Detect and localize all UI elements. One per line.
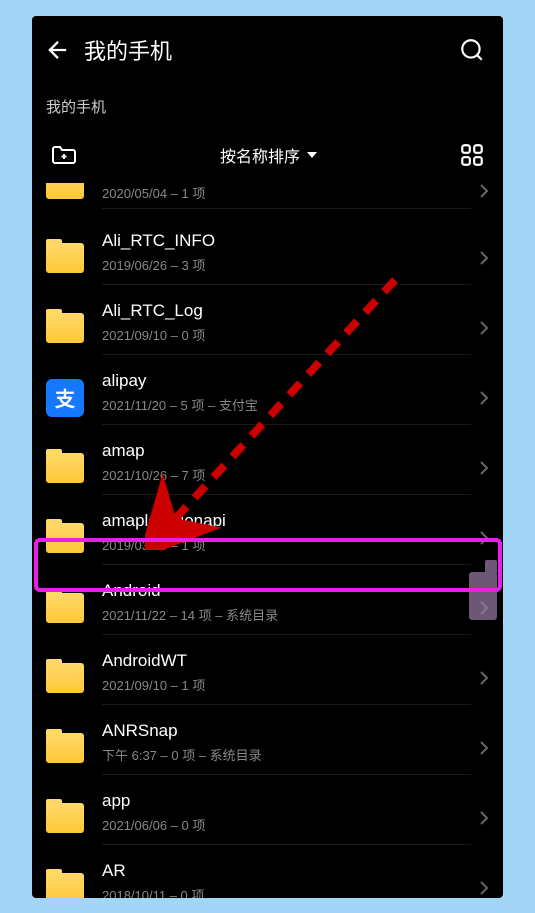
folder-icon [46, 523, 84, 553]
file-name: AndroidWT [102, 651, 471, 671]
folder-row[interactable]: Android 2021/11/22 – 14 项 – 系统目录 [32, 573, 503, 643]
file-meta: 2021/09/10 – 1 项 [102, 675, 471, 694]
file-name: app [102, 791, 471, 811]
back-icon[interactable] [44, 36, 72, 64]
file-name: Android [102, 581, 471, 601]
chevron-right-icon [479, 390, 489, 406]
folder-row[interactable]: 2020/05/04 – 1 项 [32, 183, 503, 223]
grid-view-icon[interactable] [459, 142, 485, 168]
file-meta: 2019/03/30 – 1 项 [102, 535, 471, 554]
folder-row[interactable]: 支 alipay 2021/11/20 – 5 项 – 支付宝 [32, 363, 503, 433]
file-info: 2020/05/04 – 1 项 [102, 183, 471, 209]
file-name: ANRSnap [102, 721, 471, 741]
chevron-right-icon [479, 183, 489, 199]
chevron-right-icon [479, 460, 489, 476]
file-info: ANRSnap 下午 6:37 – 0 项 – 系统目录 [102, 721, 471, 775]
new-folder-icon[interactable] [50, 142, 78, 168]
folder-row[interactable]: app 2021/06/06 – 0 项 [32, 783, 503, 853]
folder-icon [46, 453, 84, 483]
file-info: amaplocationapi 2019/03/30 – 1 项 [102, 511, 471, 565]
file-meta: 2021/06/06 – 0 项 [102, 815, 471, 834]
folder-icon [46, 733, 84, 763]
file-name: Ali_RTC_INFO [102, 231, 471, 251]
file-info: Ali_RTC_INFO 2019/06/26 – 3 项 [102, 231, 471, 285]
toolbar: 按名称排序 [32, 135, 503, 175]
file-manager-screen: 我的手机 我的手机 按名称排序 2020/05/04 – 1 项 Ali_RTC_… [32, 16, 503, 898]
folder-row[interactable]: amaplocationapi 2019/03/30 – 1 项 [32, 503, 503, 573]
chevron-right-icon [479, 320, 489, 336]
folder-icon [46, 243, 84, 273]
file-name: AR [102, 861, 471, 881]
file-meta: 2021/11/22 – 14 项 – 系统目录 [102, 605, 471, 624]
chevron-right-icon [479, 250, 489, 266]
file-info: app 2021/06/06 – 0 项 [102, 791, 471, 845]
file-info: Ali_RTC_Log 2021/09/10 – 0 项 [102, 301, 471, 355]
file-meta: 2019/06/26 – 3 项 [102, 255, 471, 274]
file-name: Ali_RTC_Log [102, 301, 471, 321]
page-title: 我的手机 [84, 34, 172, 66]
search-icon[interactable] [459, 37, 485, 63]
folder-row[interactable]: Ali_RTC_INFO 2019/06/26 – 3 项 [32, 223, 503, 293]
folder-icon [46, 593, 84, 623]
folder-row[interactable]: AR 2018/10/11 – 0 项 [32, 853, 503, 898]
file-info: alipay 2021/11/20 – 5 项 – 支付宝 [102, 371, 471, 425]
file-info: AR 2018/10/11 – 0 项 [102, 861, 471, 898]
chevron-down-icon [307, 152, 317, 158]
file-meta: 2018/10/11 – 0 项 [102, 885, 471, 898]
file-meta: 2021/10/26 – 7 项 [102, 465, 471, 484]
file-info: amap 2021/10/26 – 7 项 [102, 441, 471, 495]
chevron-right-icon [479, 670, 489, 686]
folder-icon [46, 803, 84, 833]
chevron-right-icon [479, 810, 489, 826]
folder-row[interactable]: amap 2021/10/26 – 7 项 [32, 433, 503, 503]
alipay-icon: 支 [46, 379, 84, 417]
file-meta: 2020/05/04 – 1 项 [102, 183, 471, 202]
folder-row[interactable]: ANRSnap 下午 6:37 – 0 项 – 系统目录 [32, 713, 503, 783]
sort-button[interactable]: 按名称排序 [220, 143, 317, 167]
file-name: amap [102, 441, 471, 461]
file-info: AndroidWT 2021/09/10 – 1 项 [102, 651, 471, 705]
scrollbar-thumb[interactable] [469, 572, 497, 620]
file-info: Android 2021/11/22 – 14 项 – 系统目录 [102, 581, 471, 635]
file-meta: 2021/11/20 – 5 项 – 支付宝 [102, 395, 471, 414]
folder-row[interactable]: Ali_RTC_Log 2021/09/10 – 0 项 [32, 293, 503, 363]
file-list[interactable]: 2020/05/04 – 1 项 Ali_RTC_INFO 2019/06/26 –… [32, 183, 503, 898]
folder-icon [46, 873, 84, 898]
breadcrumb[interactable]: 我的手机 [32, 84, 503, 135]
folder-icon [46, 663, 84, 693]
file-name: amaplocationapi [102, 511, 471, 531]
app-header: 我的手机 [32, 16, 503, 84]
folder-icon [46, 313, 84, 343]
chevron-right-icon [479, 530, 489, 546]
chevron-right-icon [479, 880, 489, 896]
file-name: alipay [102, 371, 471, 391]
sort-label: 按名称排序 [220, 143, 300, 167]
chevron-right-icon [479, 740, 489, 756]
file-meta: 2021/09/10 – 0 项 [102, 325, 471, 344]
folder-icon [46, 183, 84, 199]
file-meta: 下午 6:37 – 0 项 – 系统目录 [102, 745, 471, 764]
folder-row[interactable]: AndroidWT 2021/09/10 – 1 项 [32, 643, 503, 713]
